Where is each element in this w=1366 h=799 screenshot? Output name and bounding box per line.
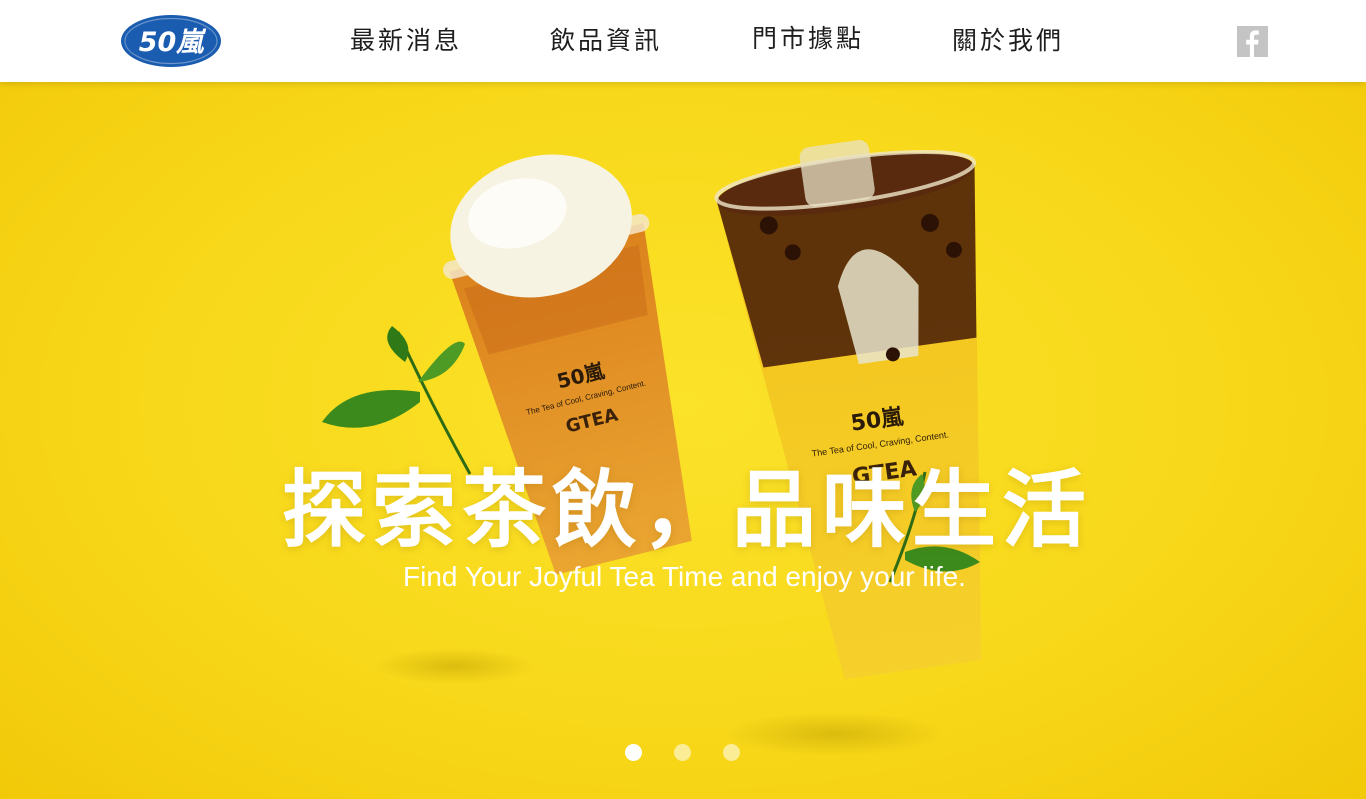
cup-shadow-left: [375, 648, 535, 684]
hero-title: 探索茶飲，品味生活: [281, 461, 1092, 559]
hero-subtitle: Find Your Joyful Tea Time and enjoy your…: [403, 561, 966, 592]
carousel-dot-3[interactable]: [723, 744, 740, 761]
carousel-dot-2[interactable]: [674, 744, 691, 761]
logo-text: 50嵐: [139, 27, 208, 58]
green-tea-pearl-cup: 50嵐 The Tea of Cool, Craving, Content. G…: [714, 140, 982, 680]
nav-stores[interactable]: 門市據點: [752, 22, 864, 56]
nav-about[interactable]: 關於我們: [952, 24, 1064, 58]
facebook-link[interactable]: [1237, 26, 1268, 57]
brand-logo[interactable]: 50嵐: [120, 14, 222, 68]
logo-badge: 50嵐: [121, 15, 221, 67]
hero-illustration: 50嵐 The Tea of Cool, Craving, Content. G…: [322, 140, 982, 756]
tea-leaf-left: [322, 326, 472, 475]
facebook-icon: [1237, 26, 1268, 57]
nav-drinks[interactable]: 飲品資訊: [550, 24, 662, 58]
nav-news[interactable]: 最新消息: [350, 24, 462, 58]
carousel-pagination: [0, 744, 1366, 762]
carousel-dot-1-active[interactable]: [625, 744, 642, 761]
hero-banner: 50嵐 The Tea of Cool, Craving, Content. G…: [0, 82, 1366, 799]
site-header: 50嵐 最新消息 飲品資訊 門市據點 關於我們: [0, 0, 1366, 82]
